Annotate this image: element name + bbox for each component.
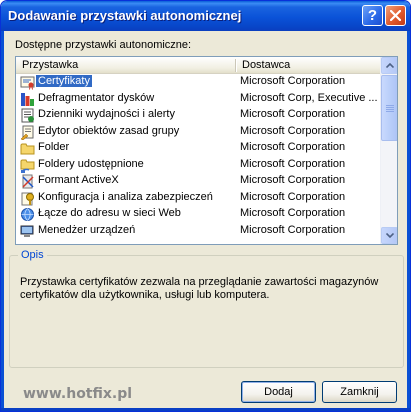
security-config-icon	[21, 192, 34, 205]
add-button[interactable]: Dodaj	[241, 381, 316, 403]
window-frame-bottom	[1, 408, 410, 411]
description-legend: Opis	[18, 249, 47, 261]
scroll-grip	[386, 109, 394, 110]
list-item[interactable]: Foldery udostępnione Microsoft Corporati…	[16, 157, 381, 174]
list-item-vendor: Microsoft Corporation	[240, 108, 346, 120]
window-frame-right	[407, 31, 410, 411]
list-item-vendor: Microsoft Corporation	[240, 190, 346, 203]
activex-icon	[22, 174, 34, 189]
column-divider[interactable]	[235, 59, 237, 72]
list-item[interactable]: Formant ActiveX Microsoft Corporation	[16, 173, 381, 190]
scroll-up-button[interactable]	[381, 57, 397, 74]
scroll-grip	[386, 107, 394, 108]
list-item[interactable]: Folder Microsoft Corporation	[16, 140, 381, 157]
snapin-listview[interactable]: Przystawka Dostawca Certyfikaty Microsof…	[15, 56, 398, 245]
close-window-button[interactable]	[385, 5, 406, 26]
list-item-name: Edytor obiektów zasad grupy	[38, 124, 180, 137]
list-item-name: Certyfikaty	[36, 75, 92, 87]
list-item-vendor: Microsoft Corporation	[240, 174, 346, 186]
list-item-vendor: Microsoft Corp, Executive ...	[240, 91, 378, 104]
scroll-grip	[386, 111, 394, 112]
list-item-vendor: Microsoft Corporation	[240, 141, 346, 153]
folder-icon	[20, 143, 35, 155]
description-group: Opis Przystawka certyfikatów zezwala na …	[9, 249, 404, 368]
list-item[interactable]: Defragmentator dysków Microsoft Corp, Ex…	[16, 91, 381, 108]
dialog-window: Dodawanie przystawki autonomicznej ? Dos…	[0, 0, 411, 412]
list-item[interactable]: Konfiguracja i analiza zabezpieczeń Micr…	[16, 190, 381, 207]
list-item[interactable]: Edytor obiektów zasad grupy Microsoft Co…	[16, 124, 381, 141]
list-item-name: Konfiguracja i analiza zabezpieczeń	[38, 190, 213, 203]
watermark-text: www.hotfix.pl	[23, 386, 133, 402]
list-scrollbar[interactable]	[380, 57, 397, 244]
chevron-down-icon	[386, 233, 394, 238]
shared-folder-icon	[20, 159, 35, 173]
title-bar[interactable]: Dodawanie przystawki autonomicznej ?	[1, 1, 410, 31]
list-item[interactable]: Łącze do adresu w sieci Web Microsoft Co…	[16, 206, 381, 223]
chevron-up-icon	[386, 63, 394, 68]
performance-logs-icon	[21, 108, 34, 123]
list-item-name: Foldery udostępnione	[38, 157, 144, 170]
device-manager-icon	[20, 225, 34, 237]
column-header-vendor[interactable]: Dostawca	[242, 59, 290, 71]
list-item-name: Defragmentator dysków	[38, 91, 155, 104]
window-title: Dodawanie przystawki autonomicznej	[8, 8, 242, 23]
certificate-icon	[20, 76, 35, 90]
web-link-icon	[21, 208, 34, 221]
description-text: Przystawka certyfikatów zezwala na przeg…	[20, 276, 379, 301]
defrag-icon	[21, 92, 34, 106]
scroll-grip	[386, 105, 394, 106]
group-policy-icon	[20, 125, 34, 140]
help-button[interactable]: ?	[362, 5, 383, 26]
list-rows: Certyfikaty Microsoft Corporation Defrag…	[16, 74, 381, 239]
list-item-name: Dzienniki wydajności i alerty	[38, 108, 175, 120]
scroll-thumb[interactable]	[381, 75, 397, 141]
scroll-down-button[interactable]	[381, 227, 397, 244]
window-frame-left	[1, 31, 4, 411]
close-button[interactable]: Zamknij	[322, 381, 397, 403]
list-item-vendor: Microsoft Corporation	[240, 207, 346, 219]
help-icon: ?	[367, 7, 378, 24]
list-item-vendor: Microsoft Corporation	[240, 223, 346, 236]
close-icon	[390, 10, 401, 21]
list-item[interactable]: Certyfikaty Microsoft Corporation	[16, 74, 381, 91]
list-item-vendor: Microsoft Corporation	[240, 157, 346, 170]
list-item-name: Menedżer urządzeń	[38, 223, 136, 236]
list-item-name: Folder	[38, 141, 70, 153]
list-item[interactable]: Dzienniki wydajności i alerty Microsoft …	[16, 107, 381, 124]
list-item-vendor: Microsoft Corporation	[240, 124, 346, 137]
list-item-vendor: Microsoft Corporation	[240, 75, 346, 87]
list-item-name: Formant ActiveX	[38, 174, 119, 186]
list-item[interactable]: Menedżer urządzeń Microsoft Corporation	[16, 223, 381, 240]
list-header: Przystawka Dostawca	[16, 57, 381, 74]
snapin-list-label: Dostępne przystawki autonomiczne:	[15, 39, 192, 51]
list-item-name: Łącze do adresu w sieci Web	[38, 207, 181, 219]
column-header-snapin[interactable]: Przystawka	[22, 59, 78, 71]
